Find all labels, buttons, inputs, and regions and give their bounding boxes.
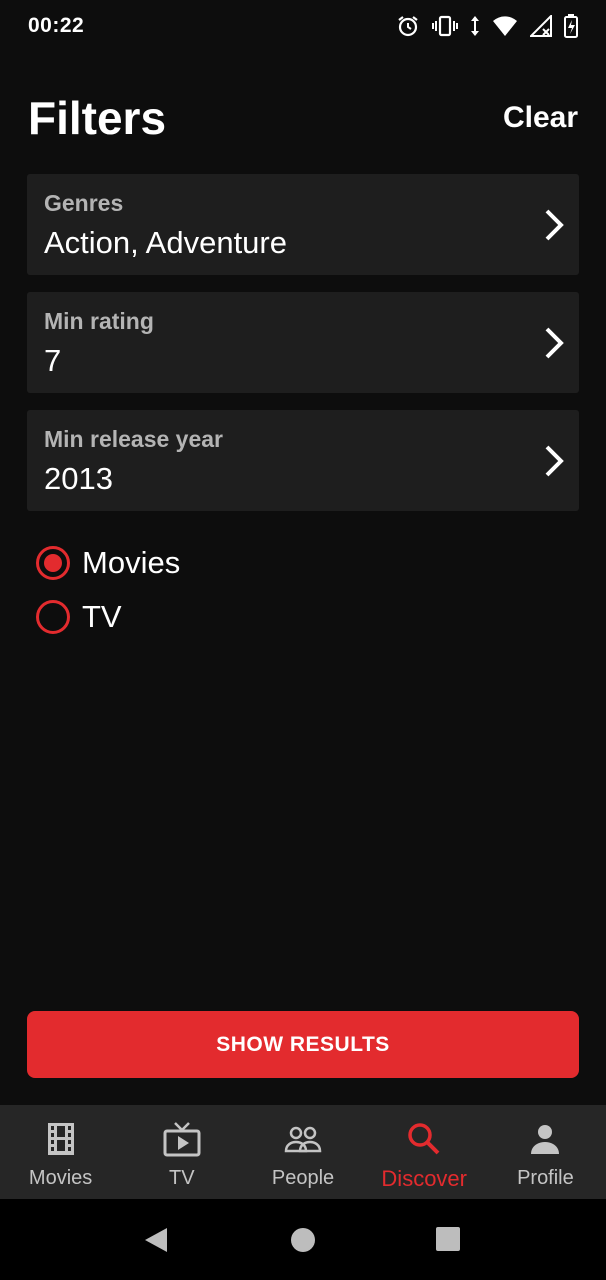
show-results-button[interactable]: SHOW RESULTS [27,1011,579,1078]
wifi-icon [492,15,518,37]
radio-movies[interactable]: Movies [36,536,180,590]
nav-label: Movies [28,1167,93,1189]
home-icon[interactable] [290,1227,316,1258]
filter-label: Min release year [44,426,224,452]
filter-value: Action, Adventure [44,225,287,260]
tv-icon [163,1121,201,1157]
person-icon [529,1121,561,1157]
min-release-year-filter[interactable]: Min release year 2013 [27,410,579,511]
chevron-right-icon [543,444,565,483]
search-icon [407,1121,441,1157]
nav-label: Discover [381,1166,467,1191]
back-icon[interactable] [143,1227,169,1258]
filter-value: 7 [44,343,62,378]
min-rating-filter[interactable]: Min rating 7 [27,292,579,393]
battery-icon [564,14,578,38]
status-bar: 00:22 [0,0,606,52]
nav-item-people[interactable]: People [242,1105,363,1199]
media-type-radio-group: Movies TV [36,536,180,644]
alarm-icon [396,14,420,38]
nav-label: TV [169,1167,195,1189]
radio-selected-icon[interactable] [36,546,70,580]
system-nav-bar [0,1199,606,1280]
people-icon [284,1121,322,1157]
nav-label: Profile [517,1167,574,1189]
page-title: Filters [28,92,167,144]
chevron-right-icon [543,208,565,247]
bottom-nav: Movies TV People Discover Profile [0,1105,606,1199]
nav-item-discover[interactable]: Discover [364,1105,485,1199]
clear-button[interactable]: Clear [503,101,578,135]
cell-signal-icon [530,15,552,37]
radio-label: TV [82,599,122,634]
filter-value: 2013 [44,461,113,496]
status-icons [396,14,578,38]
film-icon [46,1121,76,1157]
recents-icon[interactable] [436,1227,460,1256]
filter-label: Genres [44,190,124,216]
radio-label: Movies [82,545,181,580]
nav-label: People [271,1167,335,1189]
nav-item-profile[interactable]: Profile [485,1105,606,1199]
genres-filter[interactable]: Genres Action, Adventure [27,174,579,275]
radio-unselected-icon[interactable] [36,600,70,634]
nav-item-tv[interactable]: TV [121,1105,242,1199]
radio-tv[interactable]: TV [36,590,180,644]
chevron-right-icon [543,326,565,365]
data-arrows-icon [470,15,480,37]
nav-item-movies[interactable]: Movies [0,1105,121,1199]
header: Filters Clear [28,88,578,148]
filter-label: Min rating [44,308,154,334]
vibrate-icon [432,15,458,37]
status-time: 00:22 [28,14,85,37]
